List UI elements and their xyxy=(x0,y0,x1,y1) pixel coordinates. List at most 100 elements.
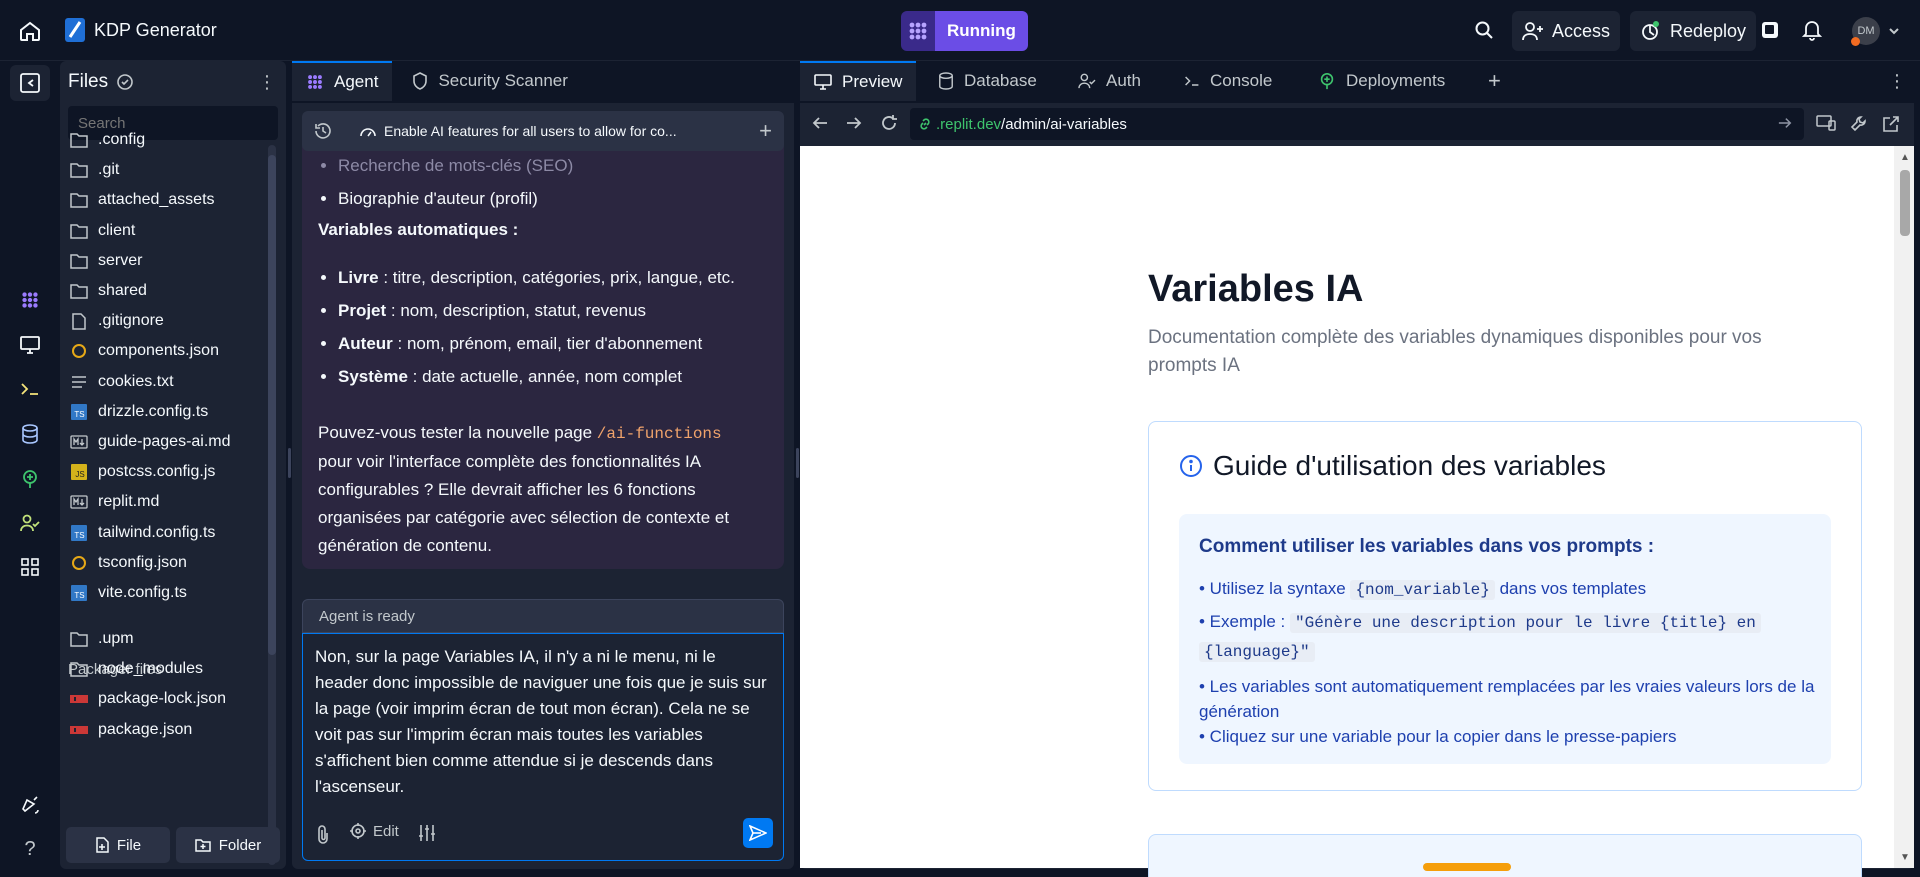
auto-variables-list: Livre : titre, description, catégories, … xyxy=(338,261,735,393)
chevron-down-icon[interactable] xyxy=(1888,26,1900,36)
question-text: Pouvez-vous tester la nouvelle page xyxy=(318,423,597,442)
file-tree-item[interactable]: TS drizzle.config.ts xyxy=(70,400,208,424)
files-menu-icon[interactable]: ⋮ xyxy=(258,73,276,91)
file-name: package.json xyxy=(98,720,193,738)
file-tree-item[interactable]: TS vite.config.ts xyxy=(70,581,187,605)
go-arrow-icon[interactable] xyxy=(1778,116,1792,130)
packager-tree-item[interactable]: package.json xyxy=(70,718,192,742)
console-icon[interactable] xyxy=(18,377,42,401)
open-external-icon[interactable] xyxy=(1882,115,1900,133)
packager-tree-item[interactable]: .upm xyxy=(70,627,134,651)
web-scrollbar[interactable]: ▲ ▼ xyxy=(1896,146,1914,868)
file-tree-item[interactable]: .git xyxy=(70,158,119,182)
history-icon[interactable] xyxy=(314,122,332,140)
edit-label: Edit xyxy=(373,822,399,840)
redeploy-button[interactable]: Redeploy xyxy=(1630,11,1757,51)
tab-deployments[interactable]: Deployments xyxy=(1318,61,1445,101)
new-chat-plus-icon[interactable]: + xyxy=(759,118,772,144)
preview-menu-icon[interactable]: ⋮ xyxy=(1888,61,1906,101)
add-tab-plus-icon[interactable]: + xyxy=(1488,61,1501,101)
ai-features-banner[interactable]: Enable AI features for all users to allo… xyxy=(302,111,784,151)
url-bar[interactable]: .replit.dev/admin/ai-variables xyxy=(910,108,1804,140)
file-tree-item[interactable]: server xyxy=(70,249,142,273)
run-button[interactable]: Running xyxy=(901,11,1028,51)
folder-icon xyxy=(70,161,88,179)
next-card xyxy=(1148,834,1862,877)
bullet-text: • Utilisez la syntaxe xyxy=(1199,579,1351,598)
files-scrollbar[interactable] xyxy=(268,145,276,865)
new-folder-button[interactable]: Folder xyxy=(176,827,280,863)
access-button[interactable]: Access xyxy=(1512,11,1621,51)
packager-tree-item[interactable]: node_modules xyxy=(70,657,203,681)
web-scrollbar-thumb[interactable] xyxy=(1900,170,1910,236)
agent-input-box[interactable]: Non, sur la page Variables IA, il n'y a … xyxy=(302,633,784,861)
auth-icon[interactable] xyxy=(18,511,42,535)
tab-database[interactable]: Database xyxy=(938,61,1037,101)
javascript-icon: JS xyxy=(70,463,88,481)
file-tree-item[interactable]: shared xyxy=(70,279,147,303)
new-file-icon xyxy=(95,837,109,853)
file-name: drizzle.config.ts xyxy=(98,402,209,420)
back-arrow-icon[interactable] xyxy=(812,115,828,131)
markdown-icon xyxy=(70,433,88,451)
file-tree-item[interactable]: attached_assets xyxy=(70,188,215,212)
tab-preview[interactable]: Preview xyxy=(800,61,917,101)
bullet-text: • Exemple : xyxy=(1199,612,1290,631)
folder-icon xyxy=(70,630,88,648)
devices-icon[interactable] xyxy=(1816,115,1836,131)
syntax-code: {nom_variable} xyxy=(1350,580,1495,600)
reload-icon[interactable] xyxy=(880,114,898,132)
send-button[interactable] xyxy=(743,818,773,848)
agent-status-text: Agent is ready xyxy=(319,608,415,625)
folder-icon xyxy=(70,131,88,149)
tab-agent[interactable]: Agent xyxy=(292,61,393,101)
tab-auth[interactable]: Auth xyxy=(1078,61,1141,101)
list-item: Livre : titre, description, catégories, … xyxy=(338,261,735,294)
attach-icon[interactable] xyxy=(315,824,331,844)
file-tree-item[interactable]: tsconfig.json xyxy=(70,551,187,575)
svg-text:JS: JS xyxy=(75,470,84,479)
files-scrollbar-thumb[interactable] xyxy=(268,155,276,655)
file-tree-item[interactable]: client xyxy=(70,219,135,243)
target-icon xyxy=(349,822,367,840)
alerts-icon[interactable] xyxy=(18,793,42,817)
deployments-icon[interactable] xyxy=(18,467,42,491)
file-tree-item[interactable]: JS postcss.config.js xyxy=(70,460,215,484)
home-icon[interactable] xyxy=(18,19,42,43)
app-title[interactable]: KDP Generator xyxy=(64,17,217,43)
new-file-button[interactable]: File xyxy=(66,827,170,863)
all-tools-icon[interactable] xyxy=(18,555,42,579)
app-logo-icon xyxy=(64,17,86,43)
panel-resize-handle[interactable] xyxy=(288,448,291,478)
search-icon[interactable] xyxy=(1474,20,1494,40)
file-tree-item[interactable]: components.json xyxy=(70,339,219,363)
scroll-down-arrow-icon[interactable]: ▼ xyxy=(1900,852,1910,863)
bell-icon[interactable] xyxy=(1802,19,1822,41)
file-tree-item[interactable]: .config xyxy=(70,128,145,152)
file-tree-item[interactable]: TS tailwind.config.ts xyxy=(70,521,215,545)
folder-icon xyxy=(70,252,88,270)
scroll-up-arrow-icon[interactable]: ▲ xyxy=(1900,152,1910,163)
file-name: package-lock.json xyxy=(98,690,227,708)
preview-icon[interactable] xyxy=(18,333,42,357)
pages-icon[interactable] xyxy=(1760,20,1780,40)
help-icon[interactable]: ? xyxy=(18,837,42,861)
collapse-sidebar-icon[interactable] xyxy=(10,65,50,101)
agent-input-text[interactable]: Non, sur la page Variables IA, il n'y a … xyxy=(315,644,773,800)
file-tree-item[interactable]: replit.md xyxy=(70,490,159,514)
file-tree-item[interactable]: .gitignore xyxy=(70,309,164,333)
database-icon[interactable] xyxy=(18,422,42,446)
info-icon xyxy=(1179,454,1203,478)
packager-tree-item[interactable]: package-lock.json xyxy=(70,687,226,711)
panel-resize-handle[interactable] xyxy=(796,448,799,478)
agent-icon[interactable] xyxy=(18,288,42,312)
edit-button[interactable]: Edit xyxy=(349,822,399,840)
wrench-icon[interactable] xyxy=(1850,115,1868,133)
tab-security-scanner[interactable]: Security Scanner xyxy=(398,61,581,101)
tab-console[interactable]: Console xyxy=(1184,61,1272,101)
browser-toolbar: .replit.dev/admin/ai-variables xyxy=(800,103,1914,145)
settings-sliders-icon[interactable] xyxy=(417,824,437,842)
file-tree-item[interactable]: cookies.txt xyxy=(70,370,174,394)
forward-arrow-icon[interactable] xyxy=(846,115,862,131)
file-tree-item[interactable]: guide-pages-ai.md xyxy=(70,430,231,454)
